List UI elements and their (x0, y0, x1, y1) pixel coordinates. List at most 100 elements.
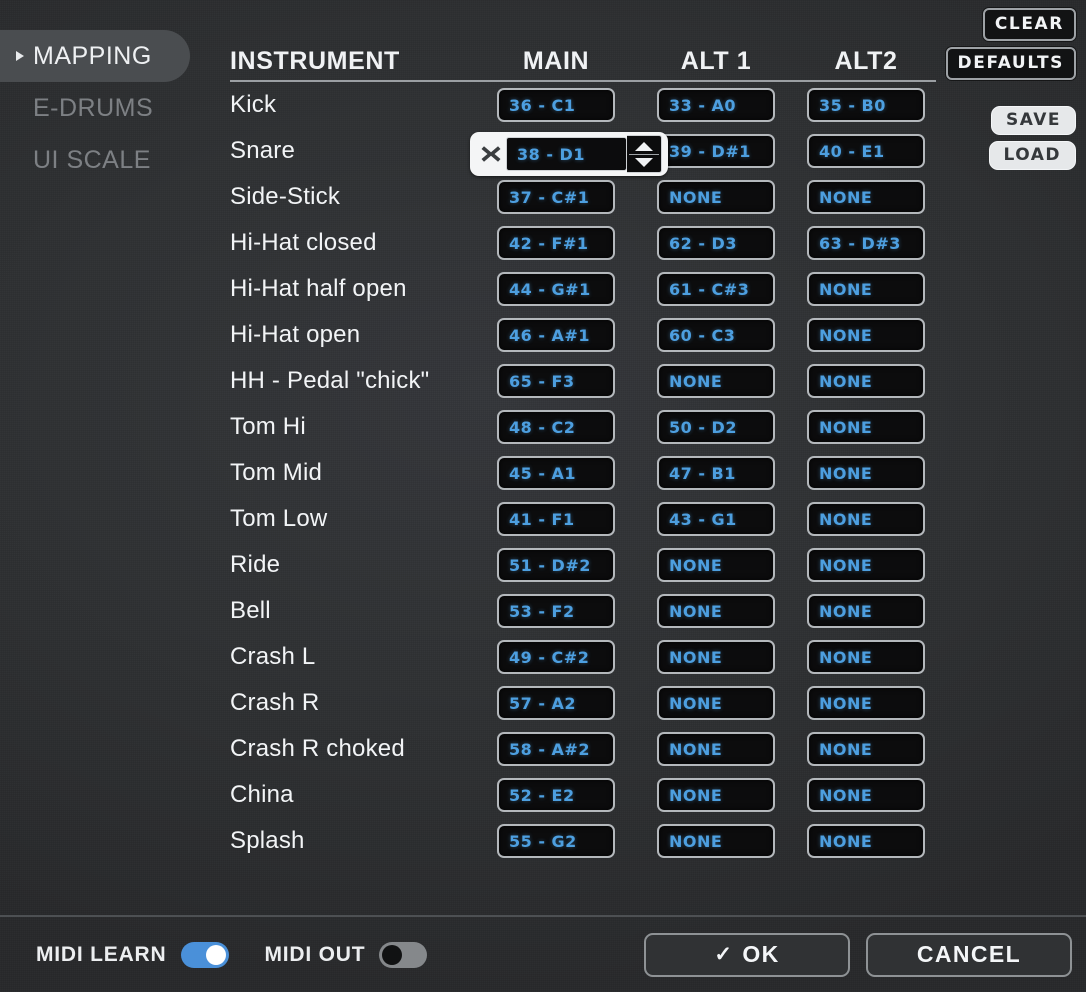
note-chip-main[interactable]: 49 - C#2 (497, 640, 615, 674)
cancel-button[interactable]: CANCEL (866, 932, 1072, 977)
note-chip-main[interactable]: 44 - G#1 (497, 272, 615, 306)
instrument-name: HH - Pedal "chick" (230, 367, 430, 394)
note-chip-alt2[interactable]: NONE (807, 778, 925, 812)
footer: MIDI LEARN MIDI OUT ✓ OK CANCEL (0, 917, 1086, 992)
close-icon[interactable] (476, 139, 506, 169)
midi-learn-toggle[interactable] (180, 941, 229, 968)
note-chip-alt1[interactable]: NONE (657, 594, 775, 628)
cell-wrapper-alt2: NONE (796, 318, 936, 352)
clear-button[interactable]: CLEAR (982, 8, 1076, 41)
note-stepper[interactable] (627, 135, 662, 173)
sidebar: MAPPING E-DRUMS UI SCALE (0, 30, 190, 186)
note-chip-alt2[interactable]: NONE (807, 272, 925, 306)
stepper-up-icon[interactable] (635, 141, 653, 151)
note-chip-alt2[interactable]: NONE (807, 180, 925, 214)
note-chip-alt1[interactable]: NONE (657, 824, 775, 858)
cell-wrapper-alt2: 40 - E1 (796, 134, 936, 168)
note-chip-alt1[interactable]: 39 - D#1 (657, 134, 775, 168)
note-chip-alt1[interactable]: NONE (657, 732, 775, 766)
note-chip-main[interactable]: 37 - C#1 (497, 180, 615, 214)
note-chip-alt1[interactable]: 47 - B1 (657, 456, 775, 490)
ok-button[interactable]: ✓ OK (644, 932, 850, 977)
sidebar-item-mapping[interactable]: MAPPING (0, 30, 190, 82)
cell-wrapper-alt2: NONE (796, 732, 936, 766)
table-row: Hi-Hat half open 44 - G#1 61 - C#3 NONE (230, 266, 936, 312)
note-editor[interactable]: 38 - D1 (470, 132, 668, 176)
instrument-name: Ride (230, 551, 281, 578)
cell-wrapper-alt1: NONE (636, 180, 796, 214)
note-chip-main[interactable]: 51 - D#2 (497, 548, 615, 582)
note-chip-main[interactable]: 65 - F3 (497, 364, 615, 398)
cell-wrapper-main: 37 - C#1 (476, 180, 636, 214)
instrument-name: Hi-Hat closed (230, 229, 377, 256)
note-chip-alt1[interactable]: 43 - G1 (657, 502, 775, 536)
cell-wrapper-alt2: NONE (796, 180, 936, 214)
sidebar-item-ui-scale[interactable]: UI SCALE (0, 134, 190, 186)
note-chip-alt1[interactable]: 60 - C3 (657, 318, 775, 352)
note-chip-alt2[interactable]: NONE (807, 594, 925, 628)
note-value-input[interactable]: 38 - D1 (506, 137, 627, 171)
defaults-button[interactable]: DEFAULTS (945, 47, 1076, 80)
note-chip-main[interactable]: 55 - G2 (497, 824, 615, 858)
note-chip-alt2[interactable]: 35 - B0 (807, 88, 925, 122)
note-chip-alt2[interactable]: NONE (807, 732, 925, 766)
instrument-name: Crash L (230, 643, 316, 670)
cell-wrapper-alt1: 47 - B1 (636, 456, 796, 490)
note-chip-alt2[interactable]: 63 - D#3 (807, 226, 925, 260)
column-header-main: MAIN (522, 47, 590, 75)
note-chip-alt2[interactable]: NONE (807, 502, 925, 536)
note-chip-main[interactable]: 45 - A1 (497, 456, 615, 490)
instrument-name: Bell (230, 597, 271, 624)
note-chip-alt1[interactable]: 61 - C#3 (657, 272, 775, 306)
ok-button-label: OK (742, 941, 780, 967)
note-chip-main[interactable]: 58 - A#2 (497, 732, 615, 766)
note-chip-alt1[interactable]: 50 - D2 (657, 410, 775, 444)
note-chip-alt1[interactable]: NONE (657, 778, 775, 812)
note-chip-alt2[interactable]: NONE (807, 410, 925, 444)
note-chip-alt2[interactable]: NONE (807, 686, 925, 720)
table-row: Splash 55 - G2 NONE NONE (230, 818, 936, 864)
table-row: Tom Hi 48 - C2 50 - D2 NONE (230, 404, 936, 450)
note-chip-alt1[interactable]: NONE (657, 180, 775, 214)
note-chip-alt1[interactable]: 62 - D3 (657, 226, 775, 260)
note-chip-alt2[interactable]: NONE (807, 548, 925, 582)
note-chip-alt1[interactable]: NONE (657, 640, 775, 674)
sidebar-item-e-drums[interactable]: E-DRUMS (0, 82, 190, 134)
instrument-name: Tom Low (230, 505, 328, 532)
note-chip-main[interactable]: 48 - C2 (497, 410, 615, 444)
note-chip-main[interactable]: 41 - F1 (497, 502, 615, 536)
note-chip-alt2[interactable]: 40 - E1 (807, 134, 925, 168)
table-row: Hi-Hat open 46 - A#1 60 - C3 NONE (230, 312, 936, 358)
cell-wrapper-main: 46 - A#1 (476, 318, 636, 352)
note-chip-alt1[interactable]: NONE (657, 364, 775, 398)
note-chip-main[interactable]: 46 - A#1 (497, 318, 615, 352)
note-chip-alt2[interactable]: NONE (807, 824, 925, 858)
cell-wrapper-main: 44 - G#1 (476, 272, 636, 306)
instrument-name: China (230, 781, 294, 808)
stepper-down-icon[interactable] (635, 157, 653, 167)
toolbar: CLEAR DEFAULTS SAVE LOAD (945, 8, 1076, 170)
load-button[interactable]: LOAD (988, 141, 1076, 170)
note-chip-alt2[interactable]: NONE (807, 364, 925, 398)
table-row: Tom Low 41 - F1 43 - G1 NONE (230, 496, 936, 542)
cell-wrapper-alt1: 50 - D2 (636, 410, 796, 444)
note-chip-main[interactable]: 42 - F#1 (497, 226, 615, 260)
cell-wrapper-alt1: 62 - D3 (636, 226, 796, 260)
note-chip-main[interactable]: 36 - C1 (497, 88, 615, 122)
note-chip-main[interactable]: 57 - A2 (497, 686, 615, 720)
note-chip-main[interactable]: 53 - F2 (497, 594, 615, 628)
note-chip-alt1[interactable]: NONE (657, 686, 775, 720)
midi-out-toggle[interactable] (379, 941, 428, 968)
note-chip-main[interactable]: 52 - E2 (497, 778, 615, 812)
note-chip-alt2[interactable]: NONE (807, 318, 925, 352)
midi-learn-group: MIDI LEARN (36, 941, 229, 968)
note-chip-alt1[interactable]: 33 - A0 (657, 88, 775, 122)
table-row: Crash L 49 - C#2 NONE NONE (230, 634, 936, 680)
cell-wrapper-alt1: NONE (636, 778, 796, 812)
cell-wrapper-alt1: 60 - C3 (636, 318, 796, 352)
note-chip-alt1[interactable]: NONE (657, 548, 775, 582)
note-chip-alt2[interactable]: NONE (807, 640, 925, 674)
note-chip-alt2[interactable]: NONE (807, 456, 925, 490)
save-button[interactable]: SAVE (990, 106, 1076, 135)
table-row: Ride 51 - D#2 NONE NONE (230, 542, 936, 588)
